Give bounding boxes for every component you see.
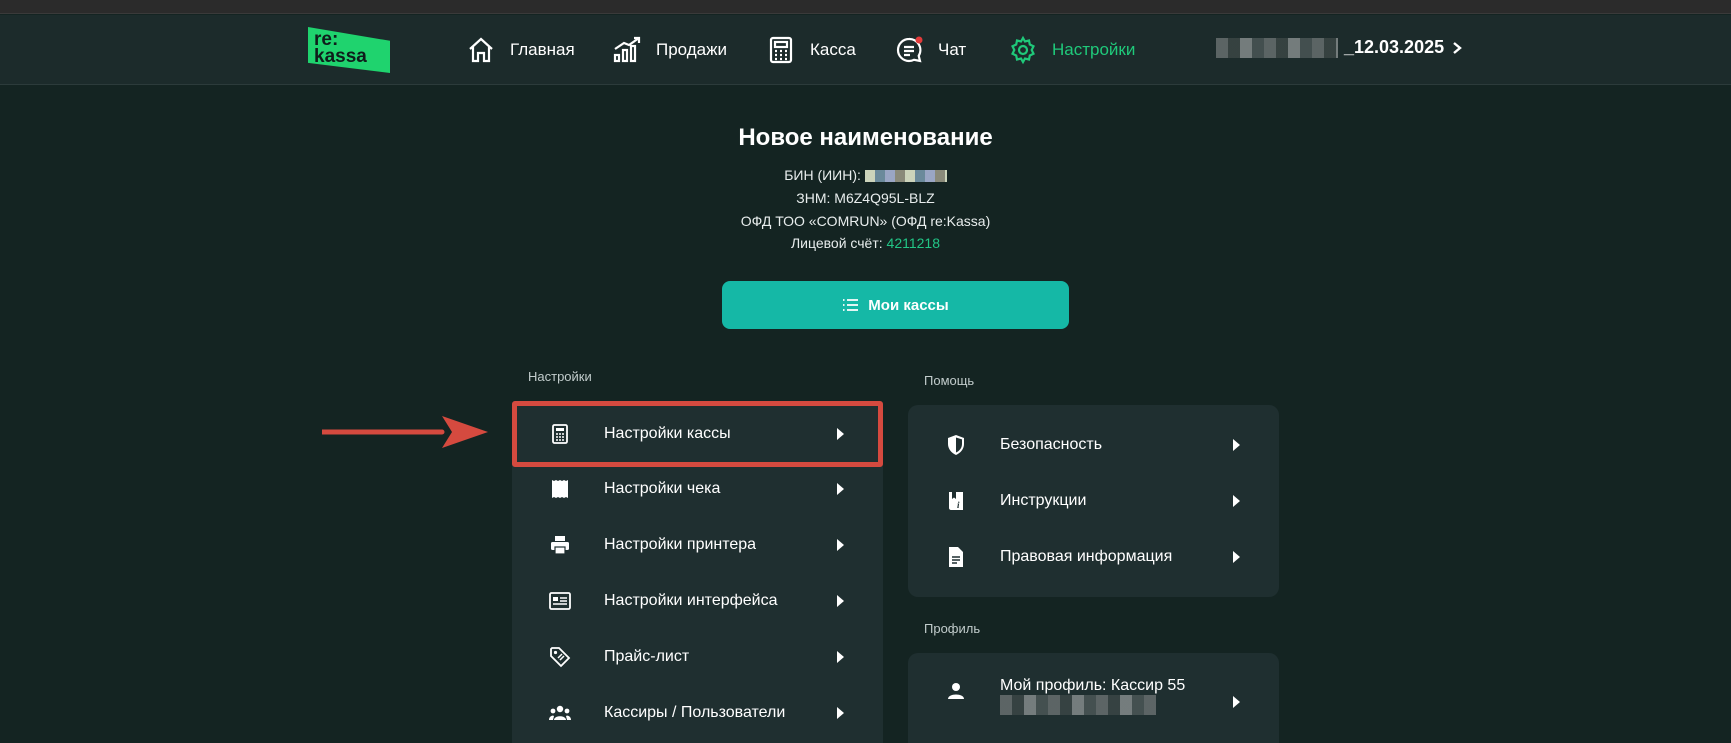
user-icon <box>948 683 964 699</box>
printer-icon <box>551 536 569 555</box>
chevron-right-icon <box>837 651 844 663</box>
chevron-right-icon <box>1233 696 1240 708</box>
rekassa-logo[interactable]: re: kassa <box>308 27 390 73</box>
browser-top-strip <box>0 0 1731 14</box>
chevron-right-icon <box>1233 551 1240 563</box>
chevron-right-icon <box>1233 495 1240 507</box>
redacted-profile-details <box>1000 695 1156 720</box>
help-section-label: Помощь <box>924 373 975 388</box>
profile-section-label: Профиль <box>924 621 981 636</box>
nav-item-kassa[interactable]: Касса <box>766 35 856 65</box>
nav-item-home[interactable]: Главная <box>466 35 575 65</box>
document-icon <box>949 547 963 567</box>
znm-line: ЗНМ: M6Z4Q95L-BLZ <box>796 190 935 206</box>
help-item-legal[interactable]: Правовая информация <box>908 529 1279 585</box>
redacted-bin <box>864 170 947 183</box>
interface-icon <box>549 592 571 610</box>
profile-panel: Мой профиль: Кассир 55 <box>908 653 1279 743</box>
help-item-security[interactable]: Безопасность <box>908 417 1279 473</box>
price-tag-icon <box>550 647 571 668</box>
help-item-instructions[interactable]: i Инструкции <box>908 473 1279 529</box>
profile-item[interactable]: Мой профиль: Кассир 55 <box>908 653 1279 743</box>
users-icon <box>549 705 571 720</box>
annotation-arrow-icon <box>322 416 488 448</box>
page-title: Новое наименование <box>738 124 993 151</box>
calculator-icon <box>769 36 793 64</box>
highlight-box <box>512 401 883 467</box>
top-navbar: re: kassa Главная Продажи Касса Чат Наст… <box>0 15 1731 85</box>
bin-line: БИН (ИИН): <box>0 167 1731 183</box>
chevron-right-icon <box>1233 439 1240 451</box>
nav-item-sales[interactable]: Продажи <box>612 35 727 65</box>
chart-icon <box>613 36 641 63</box>
my-kassas-button[interactable]: Мои кассы <box>722 281 1069 329</box>
chat-icon <box>896 36 923 63</box>
settings-item-receipt[interactable]: Настройки чека <box>512 461 883 517</box>
chevron-right-icon <box>837 707 844 719</box>
home-icon <box>469 37 493 63</box>
nav-kassa-selector[interactable]: _12.03.2025 <box>1216 37 1464 58</box>
settings-item-printer[interactable]: Настройки принтера <box>512 517 883 573</box>
list-icon <box>843 299 859 311</box>
book-icon: i <box>949 492 963 510</box>
help-panel: Безопасность i Инструкции Правовая инфор… <box>908 405 1279 597</box>
nav-item-chat[interactable]: Чат <box>894 35 966 65</box>
account-line: Лицевой счёт: 4211218 <box>790 235 940 251</box>
receipt-icon <box>552 480 568 498</box>
chevron-right-icon <box>1453 41 1462 54</box>
nav-item-settings[interactable]: Настройки <box>1008 35 1135 65</box>
shield-icon <box>948 435 964 455</box>
gear-icon <box>1011 35 1035 65</box>
chevron-right-icon <box>837 483 844 495</box>
redacted-name <box>1216 37 1338 58</box>
chevron-right-icon <box>837 539 844 551</box>
settings-item-interface[interactable]: Настройки интерфейса <box>512 573 883 629</box>
settings-item-price-list[interactable]: Прайс-лист <box>512 629 883 685</box>
settings-item-users[interactable]: Кассиры / Пользователи <box>512 685 883 741</box>
settings-section-label: Настройки <box>528 369 592 384</box>
ofd-line: ОФД ТОО «COMRUN» (ОФД re:Kassa) <box>740 213 991 229</box>
chevron-right-icon <box>837 595 844 607</box>
